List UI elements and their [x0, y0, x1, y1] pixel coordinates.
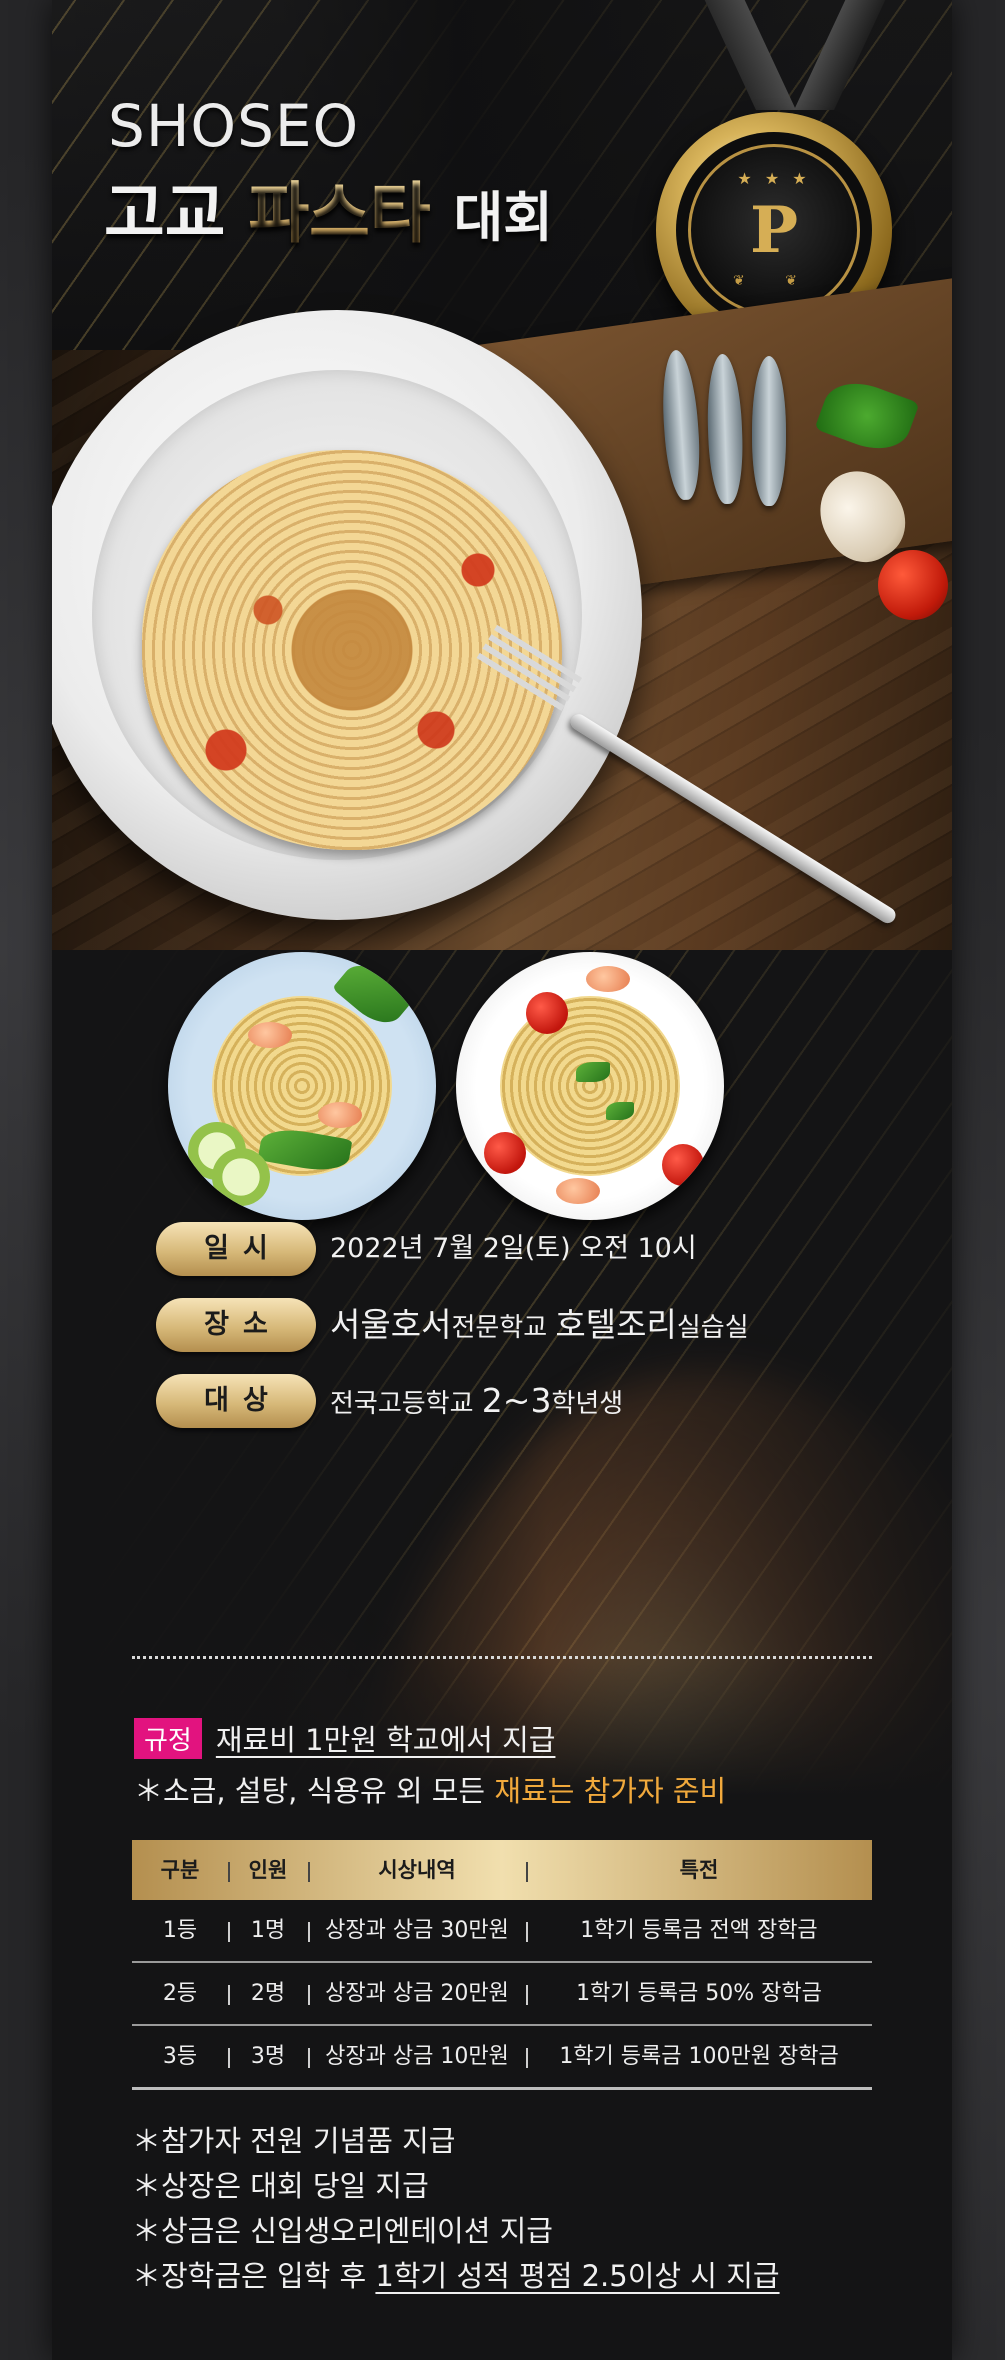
- header-benefit: 특전: [679, 1858, 719, 1882]
- medal-letter: P: [749, 193, 799, 268]
- rule-tag: 규정: [134, 1717, 202, 1759]
- title-part-school: 고교: [104, 175, 226, 252]
- note-scholarship: ＊장학금은 입학 후 1학기 성적 평점 2.5이상 시 지급: [132, 2259, 780, 2293]
- sardine-image: [752, 356, 786, 506]
- prize-table: 구분 인원 시상내역 특전 1등 1명 상장과 상금 30만원 1학기 등록금 …: [132, 1840, 872, 2090]
- table-header: 구분 인원 시상내역 특전: [132, 1840, 872, 1900]
- header-award: 시상내역: [378, 1858, 456, 1882]
- scholarship-condition: 1학기 성적 평점 2.5이상 시 지급: [375, 2259, 780, 2293]
- rule-line: 규정 재료비 1만원 학교에서 지급: [134, 1717, 555, 1759]
- laurel-icon: ❦ ❦: [733, 273, 815, 289]
- title-part-pasta: 파스타: [248, 175, 431, 252]
- target-value: 전국고등학교 2~3학년생: [330, 1381, 624, 1420]
- dotted-divider: [132, 1656, 872, 1659]
- date-label: 일시: [156, 1222, 316, 1276]
- header-count: 인원: [248, 1858, 288, 1882]
- note-souvenir: ＊참가자 전원 기념품 지급: [132, 2124, 456, 2158]
- table-row: 1등 1명 상장과 상금 30만원 1학기 등록금 전액 장학금: [132, 1900, 872, 1963]
- note-certificate: ＊상장은 대회 당일 지급: [132, 2169, 429, 2203]
- table-row: 3등 3명 상장과 상금 10만원 1학기 등록금 100만원 장학금: [132, 2026, 872, 2090]
- tomato-image: [878, 550, 948, 620]
- contest-poster: SHOSEO 고교 파스타 대회 ★ ★ ★ P ❦ ❦ 일시 2022년 7월…: [52, 0, 952, 2360]
- header-rank: 구분: [160, 1858, 200, 1882]
- poster-title: 고교 파스타 대회: [104, 160, 553, 256]
- tomato-pasta-dish-image: [456, 952, 724, 1220]
- date-value: 2022년 7월 2일(토) 오전 10시: [330, 1233, 697, 1264]
- shrimp-pasta-dish-image: [168, 952, 436, 1220]
- title-part-contest: 대회: [453, 186, 553, 249]
- table-row: 2등 2명 상장과 상금 20만원 1학기 등록금 50% 장학금: [132, 1963, 872, 2026]
- venue-value: 서울호서전문학교 호텔조리실습실: [330, 1305, 749, 1344]
- rule-main-text: 재료비 1만원 학교에서 지급: [215, 1723, 556, 1757]
- brand-name: SHOSEO: [108, 92, 360, 160]
- note-prize-money: ＊상금은 신입생오리엔테이션 지급: [132, 2214, 553, 2248]
- rule-highlight: 재료는 참가자 준비: [494, 1774, 727, 1808]
- venue-label: 장소: [156, 1298, 316, 1352]
- hero-pasta-photo: [52, 272, 952, 950]
- medal-stars: ★ ★ ★: [737, 169, 811, 188]
- target-label: 대상: [156, 1374, 316, 1428]
- rule-sub-line: ＊소금, 설탕, 식용유 외 모든 재료는 참가자 준비: [134, 1774, 727, 1808]
